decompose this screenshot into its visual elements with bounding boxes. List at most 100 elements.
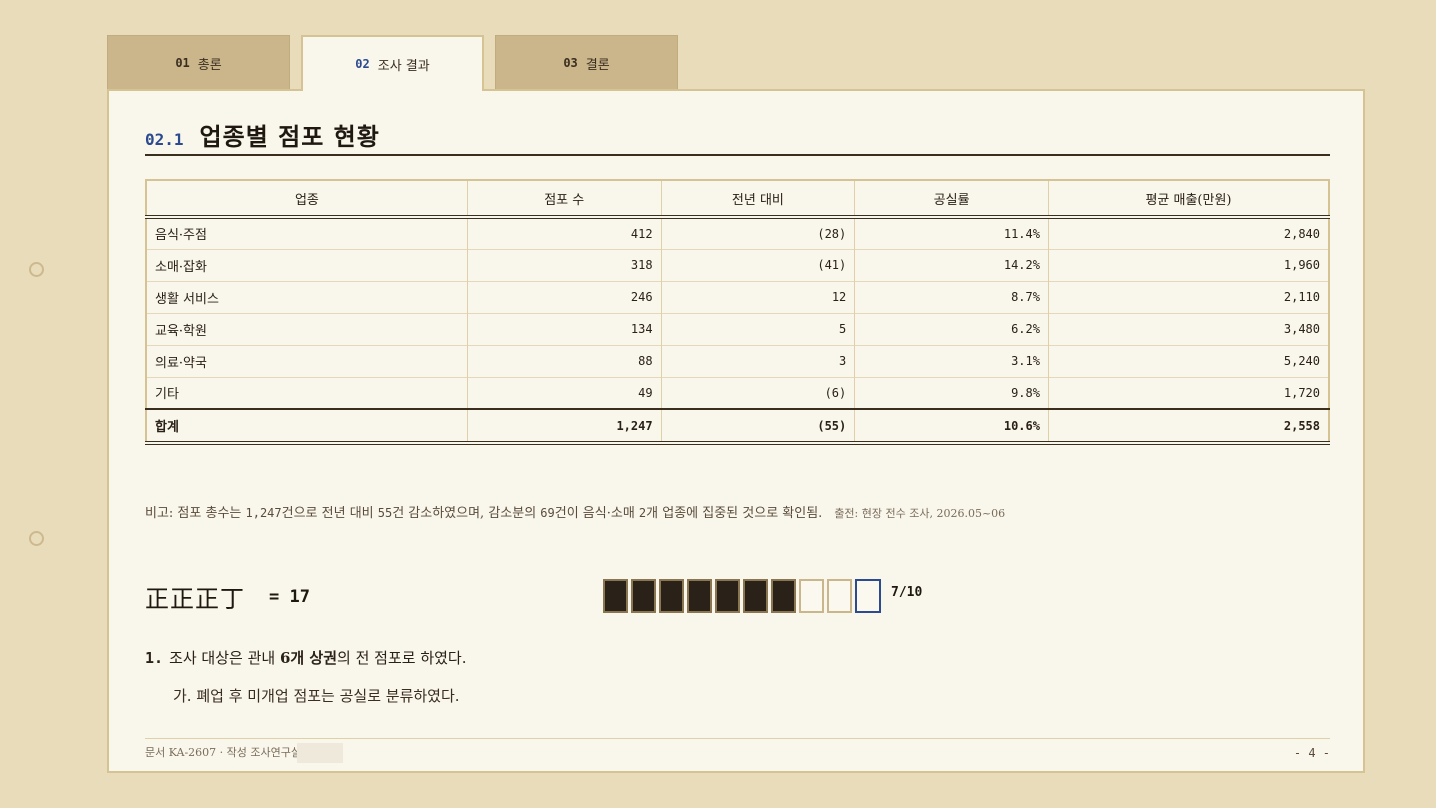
list-number: 1.: [145, 649, 164, 667]
list-text: 의 전 점포로 하였다.: [337, 649, 467, 667]
cell-vacancy: 14.2%: [854, 248, 1049, 281]
cell-total-vacancy: 10.6%: [854, 408, 1049, 445]
table-row: 의료·약국 88 3 3.1% 5,240: [146, 344, 1329, 377]
tab-overview[interactable]: 01 총론: [107, 35, 290, 90]
column-header-avg-sales: 평균 매출(만원): [1047, 180, 1329, 219]
remark-text: 건 감소하였으며, 감소분의: [392, 506, 541, 521]
table-row: 음식·주점 412 (28) 11.4% 2,840: [146, 216, 1329, 249]
section-number: 02.1: [145, 130, 184, 149]
binder-hole-bottom: [29, 531, 44, 546]
tally-marks: 正正正丁: [145, 585, 245, 613]
cell-total-avg-sales: 2,558: [1047, 408, 1329, 445]
progress-block-empty: [855, 579, 881, 613]
cell-stores: 246: [466, 280, 662, 313]
cell-yoy: (41): [660, 248, 855, 281]
cell-avg-sales: 5,240: [1047, 344, 1329, 377]
cell-stores: 49: [466, 376, 662, 409]
redacted-mark: [297, 742, 343, 763]
cell-yoy: 3: [660, 344, 855, 377]
cell-type: 생활 서비스: [146, 280, 468, 313]
progress-block-filled: [687, 579, 712, 613]
remark-source: 출전: 현장 전수 조사, 2026.05~06: [834, 507, 1006, 520]
column-header-vacancy: 공실률: [854, 180, 1049, 219]
business-type-table: 업종 점포 수 전년 대비 공실률 평균 매출(만원) 음식·주점 412 (2…: [145, 179, 1330, 445]
cell-stores: 134: [466, 312, 662, 345]
tab-label: 결론: [585, 57, 610, 73]
cell-yoy: 5: [660, 312, 855, 345]
cell-yoy: (6): [660, 376, 855, 409]
table-remark: 비고: 점포 총수는 1,247건으로 전년 대비 55건 감소하였으며, 감소…: [145, 502, 1005, 521]
progress-block-filled: [631, 579, 656, 613]
cell-vacancy: 9.8%: [854, 376, 1049, 409]
remark-number: 69: [540, 506, 555, 520]
section-title: 업종별 점포 현황: [199, 122, 380, 151]
progress-block-filled: [715, 579, 740, 613]
table-total-row: 합계 1,247 (55) 10.6% 2,558: [146, 408, 1329, 445]
section-heading: 02.1 업종별 점포 현황: [145, 117, 1330, 156]
cell-type: 음식·주점: [146, 216, 468, 249]
list-text: 조사 대상은 관내: [169, 649, 280, 667]
table-row: 교육·학원 134 5 6.2% 3,480: [146, 312, 1329, 345]
page-number: - 4 -: [1293, 745, 1330, 760]
tally-count: 正正正丁 = 17: [145, 579, 310, 614]
column-header-type: 업종: [146, 180, 468, 219]
cell-type: 소매·잡화: [146, 248, 468, 281]
cell-type: 기타: [146, 376, 468, 409]
cell-avg-sales: 3,480: [1047, 312, 1329, 345]
remark-number: 1,247: [245, 506, 282, 520]
tab-survey-results[interactable]: 02 조사 결과: [301, 35, 484, 91]
progress-label: 7/10: [891, 585, 923, 600]
page-footer: 문서 KA-2607 · 작성 조사연구실 - 4 -: [145, 738, 1330, 766]
cell-vacancy: 3.1%: [854, 344, 1049, 377]
table-header-row: 업종 점포 수 전년 대비 공실률 평균 매출(만원): [146, 180, 1329, 219]
progress-block-empty: [799, 579, 824, 613]
cell-avg-sales: 2,840: [1047, 216, 1329, 249]
document-page: 02.1 업종별 점포 현황 업종 점포 수 전년 대비 공실률 평균 매출(만…: [107, 89, 1365, 773]
progress-block-filled: [771, 579, 796, 613]
progress-block-filled: [743, 579, 768, 613]
tab-label: 총론: [197, 57, 222, 73]
cell-avg-sales: 1,720: [1047, 376, 1329, 409]
cell-vacancy: 8.7%: [854, 280, 1049, 313]
remark-text: 개 업종에 집중된 것으로 확인됨.: [646, 506, 823, 521]
list-item: 1. 조사 대상은 관내 6개 상권의 전 점포로 하였다.: [145, 647, 467, 668]
column-header-stores: 점포 수: [466, 180, 662, 219]
remark-text: 건으로 전년 대비: [281, 506, 378, 521]
remark-text: 건이 음식·소매: [554, 506, 639, 521]
document-id: 문서 KA-2607 · 작성 조사연구실: [145, 745, 301, 759]
cell-type: 교육·학원: [146, 312, 468, 345]
progress-block-empty: [827, 579, 852, 613]
tab-label: 조사 결과: [377, 58, 430, 74]
cell-vacancy: 11.4%: [854, 216, 1049, 249]
list-emphasis: 6개 상권: [279, 649, 338, 667]
tab-number: 01: [175, 56, 190, 70]
table-row: 소매·잡화 318 (41) 14.2% 1,960: [146, 248, 1329, 281]
cell-avg-sales: 2,110: [1047, 280, 1329, 313]
table-row: 기타 49 (6) 9.8% 1,720: [146, 376, 1329, 409]
cell-stores: 88: [466, 344, 662, 377]
cell-stores: 318: [466, 248, 662, 281]
section-tabs: 01 총론 02 조사 결과 03 결론: [107, 35, 678, 91]
cell-vacancy: 6.2%: [854, 312, 1049, 345]
tab-number: 02: [355, 57, 370, 71]
cell-avg-sales: 1,960: [1047, 248, 1329, 281]
cell-type: 의료·약국: [146, 344, 468, 377]
cell-total-yoy: (55): [660, 408, 855, 445]
table-row: 생활 서비스 246 12 8.7% 2,110: [146, 280, 1329, 313]
remark-number: 55: [377, 506, 393, 520]
column-header-yoy: 전년 대비: [660, 180, 855, 219]
progress-block-filled: [603, 579, 628, 613]
cell-stores: 412: [466, 216, 662, 249]
progress-block-filled: [659, 579, 684, 613]
cell-total-label: 합계: [146, 408, 468, 445]
cell-yoy: 12: [660, 280, 855, 313]
binder-hole-top: [29, 262, 44, 277]
tally-total: = 17: [269, 586, 310, 607]
progress-blocks: [603, 579, 881, 613]
cell-total-stores: 1,247: [466, 408, 662, 445]
tab-conclusion[interactable]: 03 결론: [495, 35, 678, 90]
cell-yoy: (28): [660, 216, 855, 249]
tab-number: 03: [563, 56, 578, 70]
remark-text: 비고: 점포 총수는: [145, 506, 246, 521]
list-subitem: 가. 폐업 후 미개업 점포는 공실로 분류하였다.: [173, 687, 460, 705]
